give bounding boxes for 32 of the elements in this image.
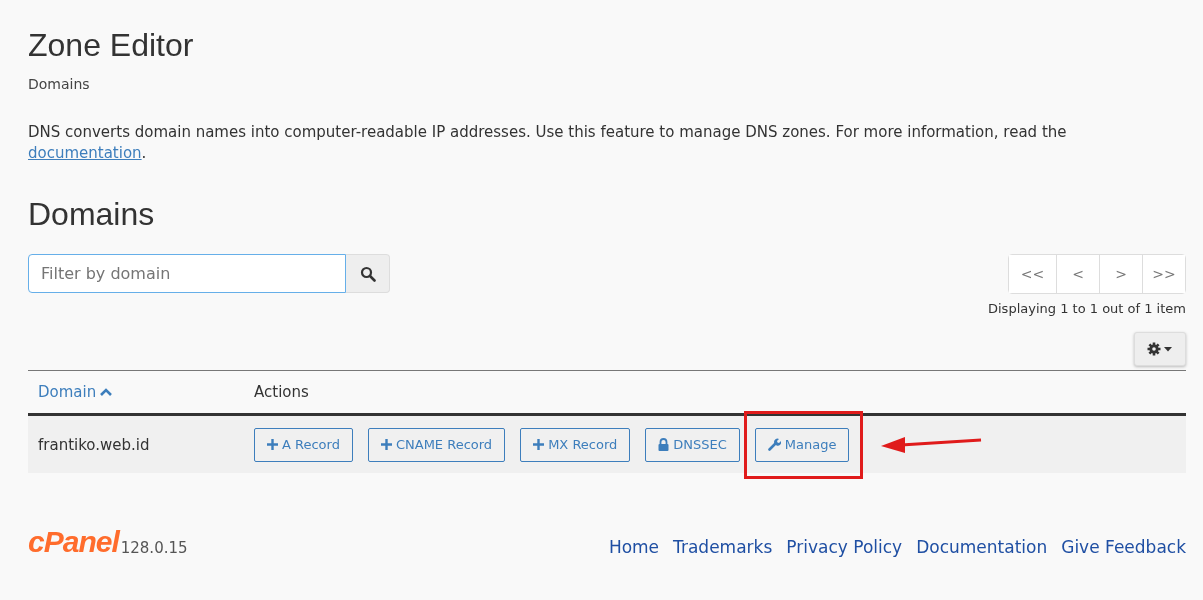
plus-icon	[267, 439, 278, 450]
footer-link[interactable]: Privacy Policy	[786, 537, 903, 557]
column-header: Actions	[254, 383, 309, 401]
search-field[interactable]: Filter by domain	[28, 254, 346, 293]
settings-icon	[1147, 342, 1173, 356]
pagination-button[interactable]: >>	[1142, 255, 1185, 293]
footer-link[interactable]: Trademarks	[673, 537, 773, 557]
plus-icon	[533, 439, 545, 450]
lock-icon	[658, 438, 670, 451]
footer-link[interactable]: Documentation	[916, 537, 1048, 557]
domain-name: frantiko.web.id	[38, 435, 150, 454]
action-button[interactable]: Manage	[754, 427, 850, 462]
action-button[interactable]: DNSSEC	[645, 427, 740, 462]
search-button[interactable]	[346, 254, 390, 293]
wrench-icon	[767, 438, 781, 451]
page-title: Zone Editor	[28, 26, 195, 65]
action-button[interactable]: CNAME Record	[367, 427, 506, 462]
action-button[interactable]: A Record	[254, 427, 353, 462]
breadcrumb: Domains	[28, 76, 91, 92]
column-header[interactable]: Domain	[38, 383, 114, 401]
cpanel-logo: cPanel	[28, 527, 119, 557]
version-text: 128.0.15	[120, 539, 188, 557]
plus-icon	[380, 439, 392, 450]
search-icon	[359, 265, 376, 282]
documentation-link[interactable]: documentation	[28, 144, 142, 162]
footer-link[interactable]: Home	[608, 537, 660, 557]
settings-button[interactable]	[1134, 332, 1186, 366]
description-text: DNS converts domain names into computer-readable IP addresses. Use this feature to manage DNS zones. For more information, read the documentation.	[28, 122, 1068, 164]
action-button[interactable]: MX Record	[520, 427, 631, 462]
footer-link[interactable]: Give Feedback	[1061, 537, 1186, 557]
section-heading: Domains	[28, 195, 156, 234]
pagination-summary: Displaying 1 to 1 out of 1 item	[988, 301, 1186, 316]
